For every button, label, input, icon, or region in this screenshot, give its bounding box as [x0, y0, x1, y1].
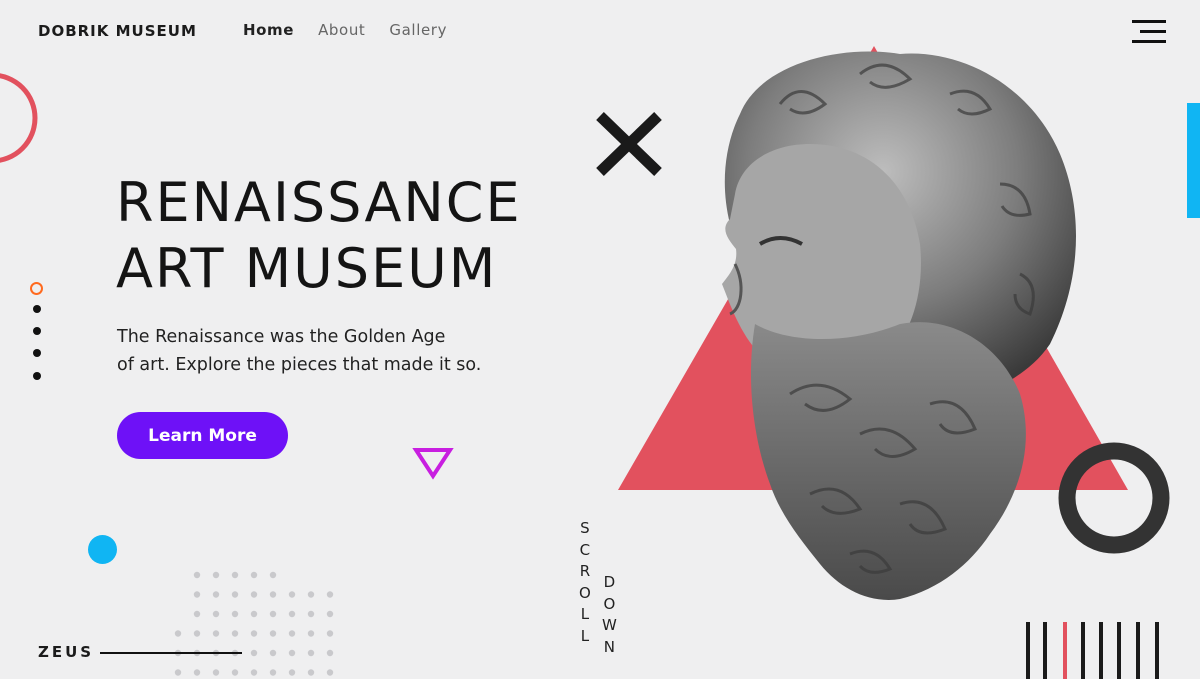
site-logo[interactable]: DOBRIK MUSEUM: [38, 22, 197, 40]
title-line-2: ART MUSEUM: [116, 237, 498, 300]
down-label[interactable]: DOWN: [602, 572, 617, 658]
side-accent-bar: [1187, 103, 1200, 218]
scroll-letter: S: [580, 519, 590, 537]
slide-dot-4[interactable]: [33, 349, 41, 357]
scroll-letter: C: [579, 540, 591, 559]
description-line-1: The Renaissance was the Golden Age: [117, 327, 446, 347]
scroll-letter: N: [603, 637, 616, 656]
slide-dot-3[interactable]: [33, 327, 41, 335]
coral-ring-decoration: [0, 73, 38, 163]
main-nav: Home About Gallery: [243, 21, 447, 39]
hero-description: The Renaissance was the Golden Age of ar…: [117, 323, 537, 379]
scroll-letter: L: [580, 626, 590, 645]
scroll-label[interactable]: SCROLL: [579, 518, 591, 647]
scroll-letter: O: [579, 583, 591, 602]
learn-more-button[interactable]: Learn More: [117, 412, 288, 459]
blue-dot-decoration: [88, 535, 117, 564]
slide-dot-2[interactable]: [33, 305, 41, 313]
nav-about[interactable]: About: [318, 21, 365, 39]
zeus-bust-sculpture: [722, 51, 1077, 600]
nav-gallery[interactable]: Gallery: [389, 21, 447, 39]
scroll-letter: W: [602, 616, 617, 634]
nav-home[interactable]: Home: [243, 21, 294, 39]
scroll-letter: R: [579, 562, 591, 580]
scroll-letter: L: [580, 605, 590, 623]
stripes-decoration: [1026, 622, 1159, 679]
scroll-letter: D: [603, 573, 616, 591]
description-line-2: of art. Explore the pieces that made it …: [117, 355, 482, 375]
scroll-letter: O: [603, 594, 616, 613]
magenta-triangle-decoration: [412, 448, 454, 480]
slide-dot-1[interactable]: [30, 282, 43, 295]
dot-grid-decoration: [174, 571, 334, 676]
slide-dot-5[interactable]: [33, 372, 41, 380]
sculpture-caption: ZEUS: [38, 643, 95, 661]
caption-line: [100, 652, 242, 654]
dark-ring-decoration: [1058, 442, 1170, 554]
page-title: RENAISSANCE ART MUSEUM: [116, 170, 522, 302]
title-line-1: RENAISSANCE: [116, 171, 522, 234]
hamburger-menu-icon[interactable]: [1126, 20, 1166, 44]
